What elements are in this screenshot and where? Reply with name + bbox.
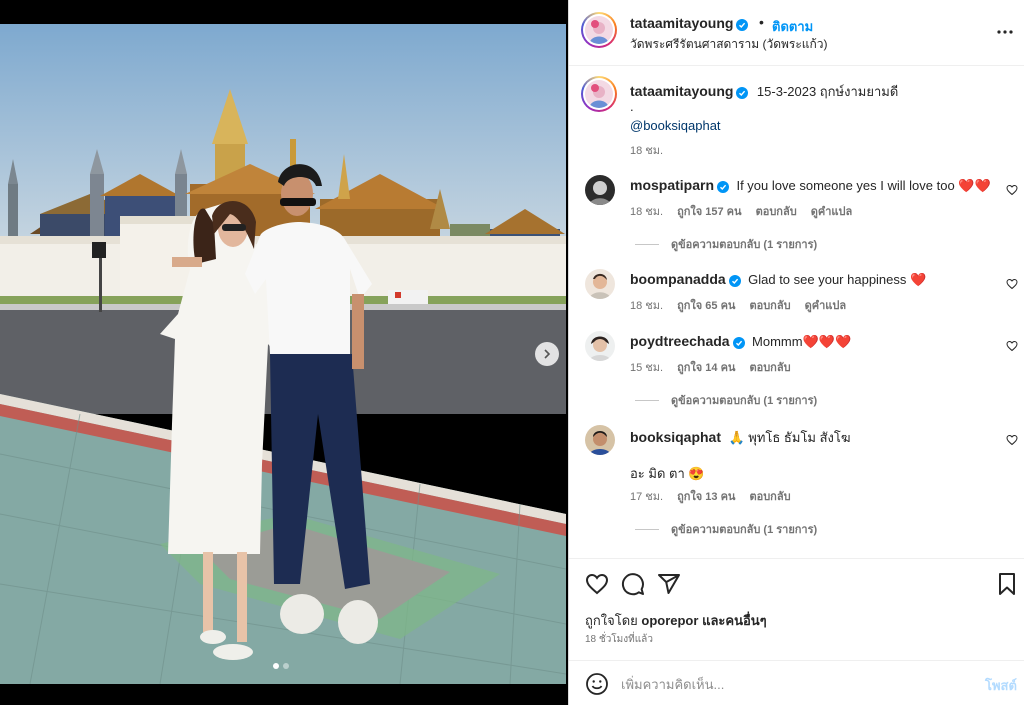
- translate-button[interactable]: ดูคำแปล: [811, 206, 853, 218]
- commenter-avatar[interactable]: [585, 331, 615, 361]
- comment-meta: 15 ชม. ถูกใจ 14 คน ตอบกลับ: [630, 358, 805, 376]
- caption: tataamitayoung 15-3-2023 ฤกษ์งามยามดี . …: [569, 66, 1024, 166]
- verified-badge-icon: [732, 337, 745, 349]
- follow-button[interactable]: ติดตาม: [772, 16, 813, 37]
- caption-time: 18 ชม.: [630, 145, 664, 157]
- comment-text: 🙏 พุทโธ ธัมโม สังโฆ: [728, 430, 851, 445]
- author-avatar[interactable]: [581, 12, 617, 48]
- caption-dot-line: .: [630, 99, 634, 114]
- comment-username[interactable]: booksiqaphat: [630, 429, 721, 445]
- verified-badge-icon: [736, 87, 749, 99]
- separator-dot: •: [759, 14, 764, 30]
- commenter-avatar[interactable]: [585, 425, 615, 455]
- comment-time: 18 ชม.: [630, 300, 664, 312]
- comment-icon[interactable]: [621, 572, 645, 596]
- photo-pane: [0, 0, 568, 705]
- verified-badge-icon: [736, 19, 749, 31]
- comment-likes[interactable]: ถูกใจ 65 คน: [677, 300, 735, 312]
- liked-others[interactable]: และคนอื่นๆ: [702, 613, 767, 628]
- caption-mention[interactable]: @booksiqaphat: [630, 118, 721, 133]
- post-photo[interactable]: [0, 24, 566, 684]
- carousel-dots: [273, 663, 289, 669]
- post-header: tataamitayoung • ติดตาม วัดพระศรีรัตนศาส…: [569, 0, 1024, 66]
- heart-icon[interactable]: [1006, 434, 1018, 446]
- post-sidebar: tataamitayoung • ติดตาม วัดพระศรีรัตนศาส…: [568, 0, 1024, 705]
- heart-icon[interactable]: [1006, 184, 1018, 196]
- heart-icon[interactable]: [1006, 278, 1018, 290]
- view-replies-button[interactable]: ดูข้อความตอบกลับ (1 รายการ): [635, 235, 817, 253]
- carousel-dot-active: [273, 663, 279, 669]
- reply-button[interactable]: ตอบกลับ: [749, 362, 790, 374]
- post-comment-button[interactable]: โพสต์: [985, 675, 1017, 696]
- comment-username[interactable]: poydtreechada: [630, 333, 730, 349]
- emoji-icon[interactable]: [585, 672, 609, 696]
- comment-text: Glad to see your happiness ❤️: [748, 272, 927, 287]
- comment-3: poydtreechada Mommm❤️❤️❤️: [630, 333, 1000, 351]
- comment-2: boompanadda Glad to see your happiness ❤…: [630, 271, 1000, 289]
- comment-meta: 18 ชม. ถูกใจ 65 คน ตอบกลับ ดูคำแปล: [630, 296, 860, 314]
- translate-button[interactable]: ดูคำแปล: [805, 300, 847, 312]
- caption-username[interactable]: tataamitayoung: [630, 83, 733, 99]
- add-comment-bar: โพสต์: [569, 660, 1024, 705]
- view-replies-button[interactable]: ดูข้อความตอบกลับ (1 รายการ): [635, 520, 817, 538]
- author-username[interactable]: tataamitayoung: [630, 15, 733, 31]
- liked-prefix: ถูกใจโดย: [585, 613, 638, 628]
- more-horizontal-icon: [997, 30, 1013, 34]
- commenter-avatar[interactable]: [585, 175, 615, 205]
- reply-button[interactable]: ตอบกลับ: [756, 206, 797, 218]
- post-time[interactable]: 18 ชั่วโมงที่แล้ว: [585, 632, 653, 647]
- comment-input[interactable]: [621, 674, 961, 694]
- comment-time: 15 ชม.: [630, 362, 664, 374]
- chevron-right-icon: [544, 349, 551, 359]
- comment-text: Mommm❤️❤️❤️: [752, 334, 852, 349]
- comment-text: If you love someone yes I will love too …: [736, 178, 991, 193]
- comment-meta: 17 ชม. ถูกใจ 13 คน ตอบกลับ: [630, 487, 805, 505]
- bookmark-icon[interactable]: [995, 572, 1019, 596]
- comment-meta: 18 ชม. ถูกใจ 157 คน ตอบกลับ ดูคำแปล: [630, 202, 866, 220]
- post-actions: ถูกใจโดย oporepor และคนอื่นๆ 18 ชั่วโมงท…: [569, 558, 1024, 660]
- commenter-avatar[interactable]: [585, 269, 615, 299]
- comment-4: booksiqaphat 🙏 พุทโธ ธัมโม สังโฆ: [630, 427, 1000, 448]
- reply-button[interactable]: ตอบกลับ: [749, 300, 790, 312]
- view-replies-button[interactable]: ดูข้อความตอบกลับ (1 รายการ): [635, 391, 817, 409]
- post-location[interactable]: วัดพระศรีรัตนศาสดาราม (วัดพระแก้ว): [630, 35, 828, 54]
- more-options-button[interactable]: [995, 22, 1015, 42]
- comment-1: mospatiparn If you love someone yes I wi…: [630, 177, 1000, 195]
- caption-avatar[interactable]: [581, 76, 617, 112]
- verified-badge-icon: [728, 275, 741, 287]
- comment-text-line2: อะ มิด ตา 😍: [630, 466, 705, 481]
- reply-button[interactable]: ตอบกลับ: [749, 491, 790, 503]
- heart-icon[interactable]: [585, 572, 609, 596]
- comment-time: 17 ชม.: [630, 491, 664, 503]
- next-photo-button[interactable]: [535, 342, 559, 366]
- photo-illustration: [0, 24, 566, 684]
- comment-username[interactable]: mospatiparn: [630, 177, 714, 193]
- liked-user[interactable]: oporepor: [641, 613, 698, 628]
- comment-likes[interactable]: ถูกใจ 14 คน: [677, 362, 735, 374]
- comment-likes[interactable]: ถูกใจ 13 คน: [677, 491, 735, 503]
- carousel-dot: [283, 663, 289, 669]
- caption-text: 15-3-2023 ฤกษ์งามยามดี: [756, 84, 899, 99]
- comment-time: 18 ชม.: [630, 206, 664, 218]
- liked-by-line: ถูกใจโดย oporepor และคนอื่นๆ: [585, 610, 767, 631]
- comments-list: tataamitayoung 15-3-2023 ฤกษ์งามยามดี . …: [569, 66, 1024, 558]
- comment-username[interactable]: boompanadda: [630, 271, 726, 287]
- comment-likes[interactable]: ถูกใจ 157 คน: [677, 206, 741, 218]
- verified-badge-icon: [717, 181, 730, 193]
- send-icon[interactable]: [657, 572, 681, 596]
- heart-icon[interactable]: [1006, 340, 1018, 352]
